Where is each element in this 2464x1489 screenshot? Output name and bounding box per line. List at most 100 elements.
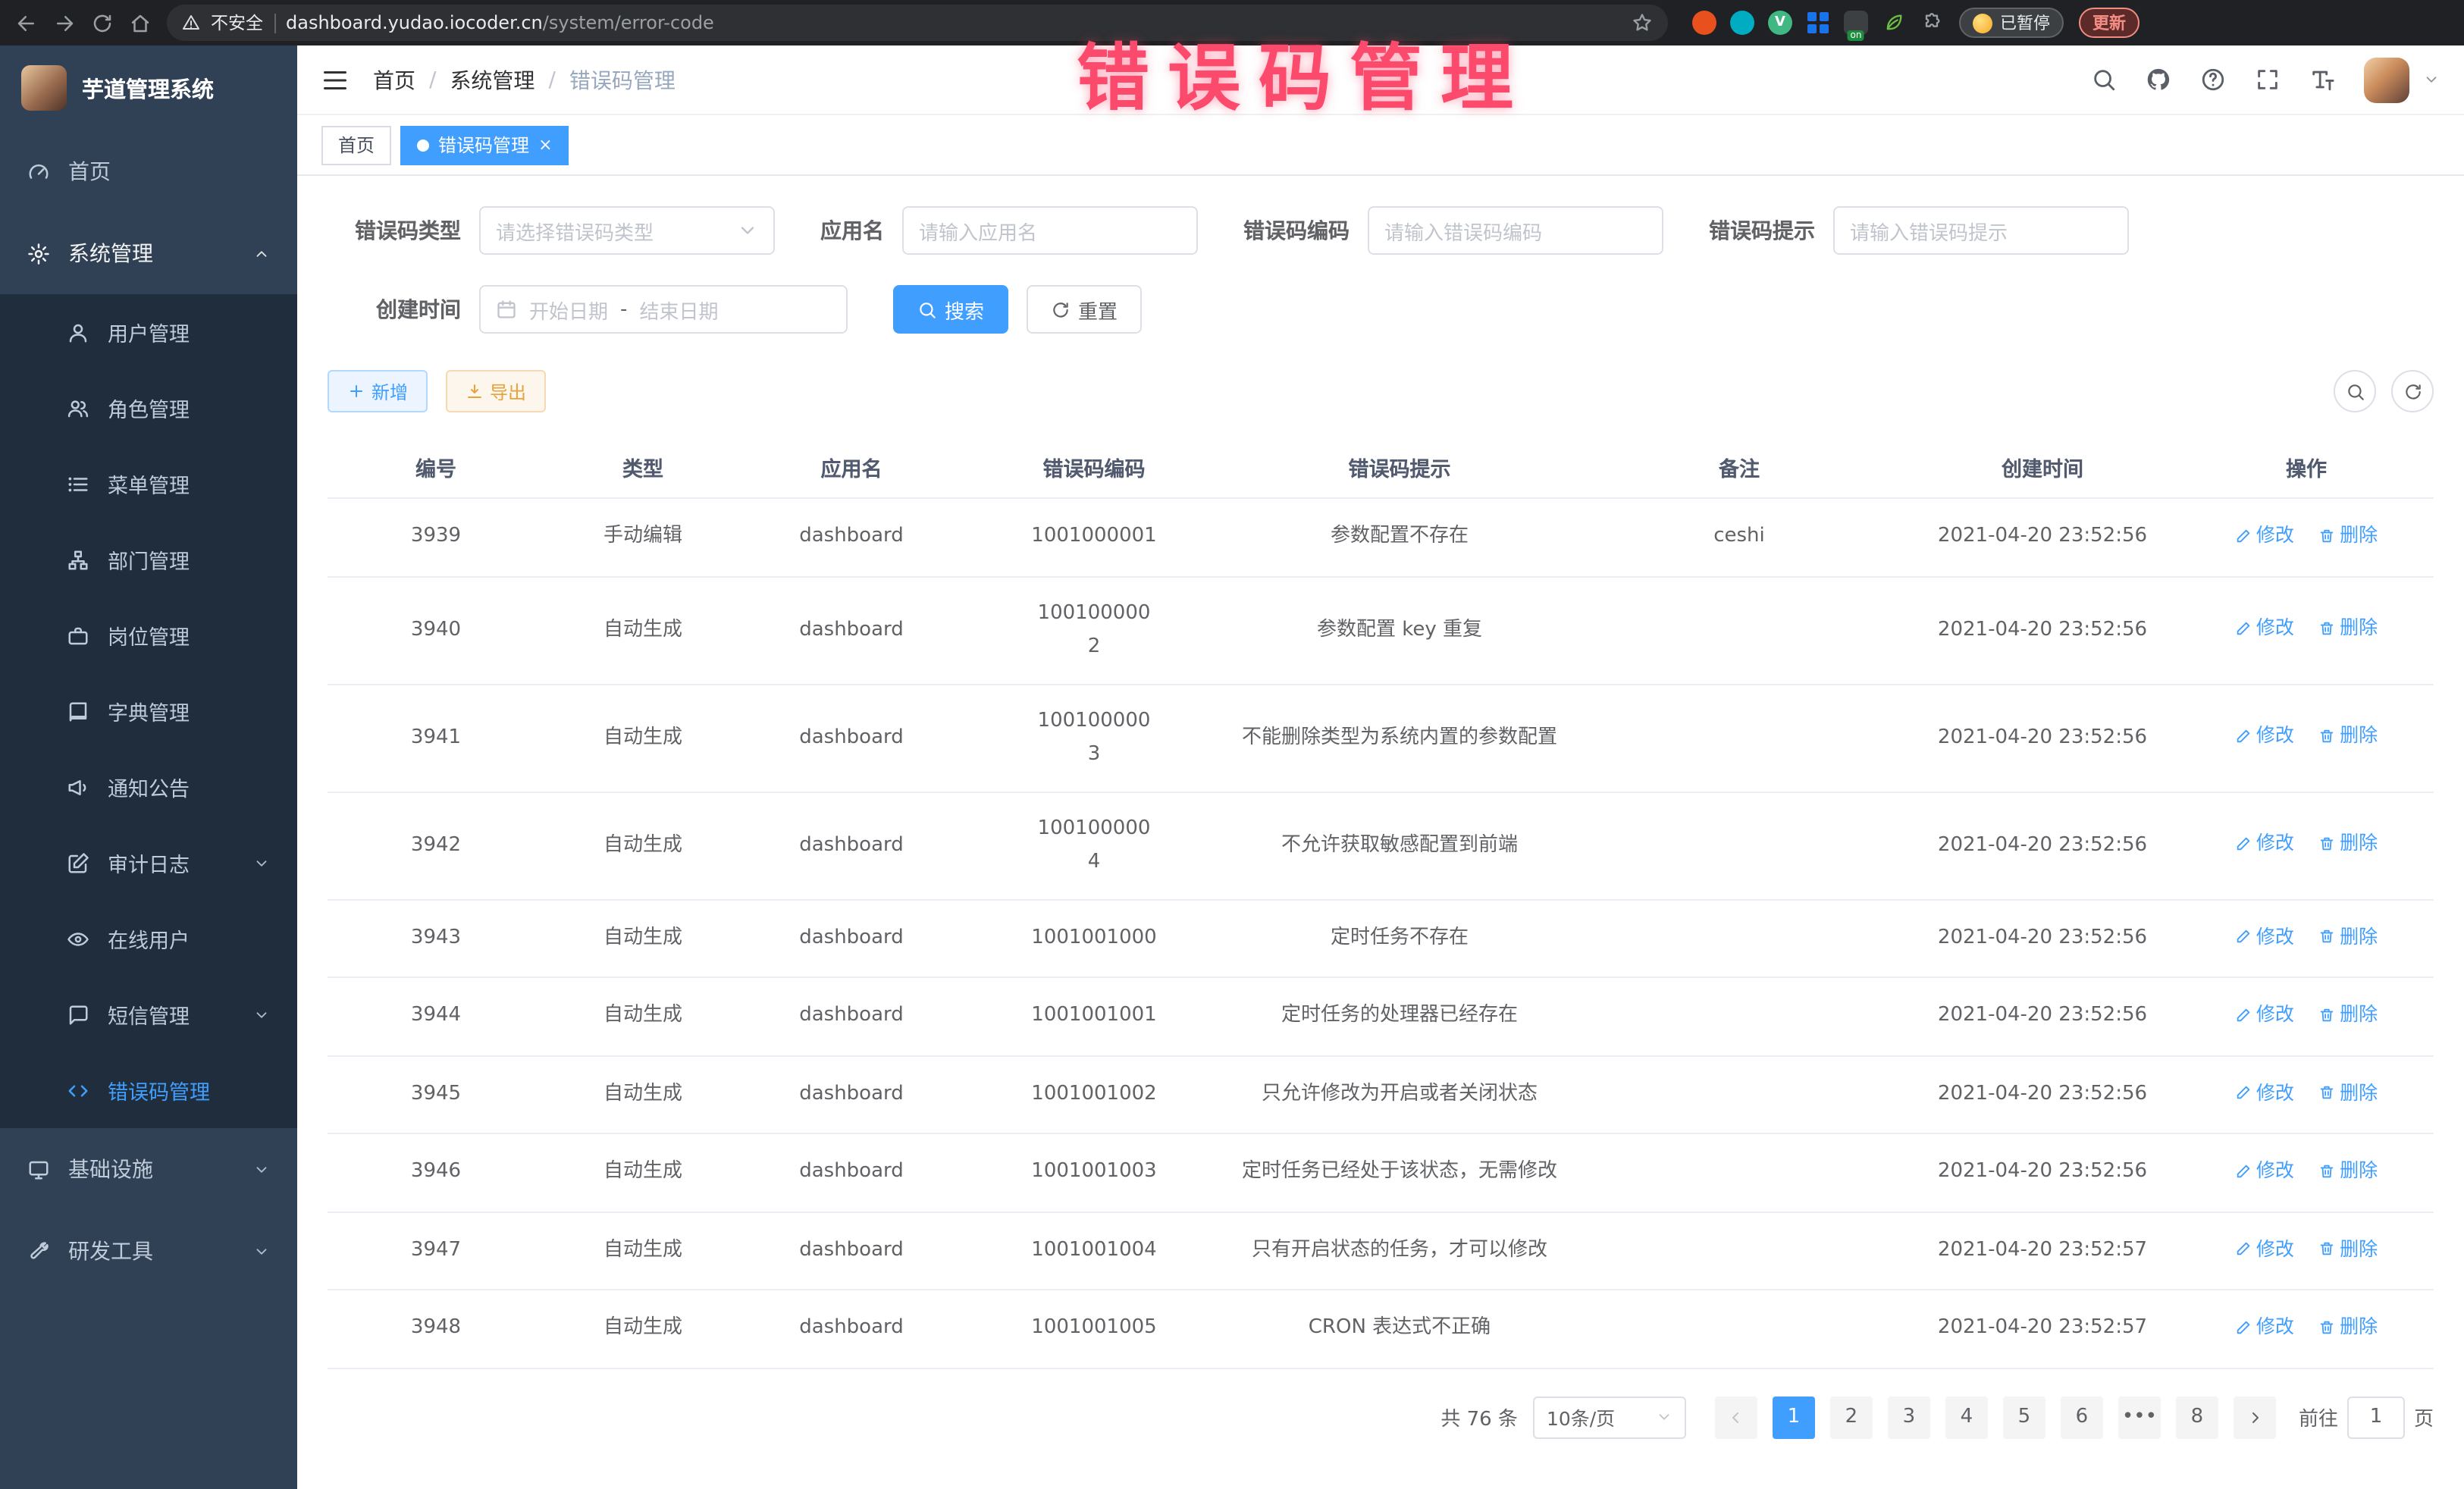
refresh-table-button[interactable] <box>2391 370 2434 412</box>
user-icon <box>67 321 89 343</box>
delete-link[interactable]: 删除 <box>2318 612 2378 645</box>
address-bar[interactable]: 不安全 dashboard.yudao.iocoder.cn/system/er… <box>167 5 1668 41</box>
user-avatar[interactable] <box>2364 57 2409 102</box>
app-name-label: 应用名 <box>820 215 902 246</box>
delete-link[interactable]: 删除 <box>2318 1154 2378 1187</box>
edit-link[interactable]: 修改 <box>2235 719 2294 753</box>
error-code-table: 编号 类型 应用名 错误码编码 错误码提示 备注 创建时间 操作 3939 <box>328 437 2434 1368</box>
delete-link[interactable]: 删除 <box>2318 1076 2378 1109</box>
caret-down-icon[interactable] <box>2423 71 2440 88</box>
sidebar-item-home[interactable]: 首页 <box>0 130 297 212</box>
error-code-input[interactable]: 请输入错误码编码 <box>1368 206 1663 255</box>
edit-link[interactable]: 修改 <box>2235 920 2294 953</box>
delete-link[interactable]: 删除 <box>2318 1310 2378 1343</box>
sidebar-item-online-users[interactable]: 在线用户 <box>0 901 297 976</box>
search-icon[interactable] <box>2091 67 2117 92</box>
sidebar-item-system[interactable]: 系统管理 <box>0 212 297 294</box>
tab-home[interactable]: 首页 <box>321 125 391 165</box>
sidebar-item-infrastructure[interactable]: 基础设施 <box>0 1128 297 1210</box>
extension-icon-grid[interactable] <box>1806 11 1830 35</box>
edit-link[interactable]: 修改 <box>2235 998 2294 1031</box>
edit-link[interactable]: 修改 <box>2235 1076 2294 1109</box>
bookmark-star-icon[interactable] <box>1632 12 1653 33</box>
breadcrumb-system[interactable]: 系统管理 <box>450 64 534 95</box>
search-button[interactable]: 搜索 <box>893 285 1008 334</box>
filter-row-2: 创建时间 开始日期 - 结束日期 搜索 重置 <box>328 285 2434 334</box>
delete-link[interactable]: 删除 <box>2318 719 2378 753</box>
sidebar-item-dev-tools[interactable]: 研发工具 <box>0 1210 297 1292</box>
toggle-search-button[interactable] <box>2334 370 2376 412</box>
sidebar-item-role-mgmt[interactable]: 角色管理 <box>0 370 297 446</box>
reset-button[interactable]: 重置 <box>1027 285 1142 334</box>
trash-icon <box>2318 527 2335 544</box>
extensions-puzzle-icon[interactable] <box>1920 11 1944 35</box>
chevron-down-icon <box>737 220 758 241</box>
delete-link[interactable]: 删除 <box>2318 827 2378 860</box>
paused-badge[interactable]: 已暂停 <box>1959 8 2064 38</box>
page-button-5[interactable]: 5 <box>2003 1396 2045 1438</box>
extension-icon-red[interactable] <box>1692 11 1716 35</box>
dashboard-icon <box>27 160 50 183</box>
extension-icon-leaf[interactable] <box>1882 11 1906 35</box>
prev-page-button[interactable] <box>1715 1396 1757 1438</box>
screen: 不安全 dashboard.yudao.iocoder.cn/system/er… <box>0 0 2464 1489</box>
error-hint-input[interactable]: 请输入错误码提示 <box>1833 206 2129 255</box>
users-icon <box>67 397 89 419</box>
security-badge[interactable]: 不安全 <box>211 11 263 35</box>
page-size-select[interactable]: 10条/页 <box>1533 1396 1686 1438</box>
delete-link[interactable]: 删除 <box>2318 519 2378 552</box>
help-icon[interactable] <box>2200 67 2226 92</box>
sidebar-item-dict-mgmt[interactable]: 字典管理 <box>0 673 297 749</box>
col-header-remark: 备注 <box>1572 437 1906 498</box>
update-button[interactable]: 更新 <box>2079 8 2140 38</box>
home-icon[interactable] <box>129 11 152 34</box>
close-icon[interactable]: × <box>538 135 552 155</box>
page-button-1[interactable]: 1 <box>1773 1396 1815 1438</box>
fullscreen-icon[interactable] <box>2255 67 2281 92</box>
page-more-button[interactable]: ••• <box>2118 1396 2161 1438</box>
font-size-icon[interactable] <box>2309 67 2335 92</box>
org-tree-icon <box>67 548 89 571</box>
extension-icon-teal[interactable] <box>1730 11 1754 35</box>
page-button-4[interactable]: 4 <box>1945 1396 1988 1438</box>
sidebar-item-dept-mgmt[interactable]: 部门管理 <box>0 522 297 597</box>
extension-icon-switch[interactable]: on <box>1844 11 1868 35</box>
sidebar-item-post-mgmt[interactable]: 岗位管理 <box>0 597 297 673</box>
delete-link[interactable]: 删除 <box>2318 920 2378 953</box>
edit-link[interactable]: 修改 <box>2235 827 2294 860</box>
page-button-2[interactable]: 2 <box>1830 1396 1873 1438</box>
vue-devtools-icon[interactable]: V <box>1768 11 1792 35</box>
sidebar-item-sms-mgmt[interactable]: 短信管理 <box>0 976 297 1052</box>
goto-page-input[interactable] <box>2347 1396 2405 1438</box>
error-type-select[interactable]: 请选择错误码类型 <box>479 206 775 255</box>
edit-link[interactable]: 修改 <box>2235 1232 2294 1265</box>
sidebar-item-error-code[interactable]: 错误码管理 <box>0 1052 297 1128</box>
back-icon[interactable] <box>15 11 38 34</box>
delete-link[interactable]: 删除 <box>2318 998 2378 1031</box>
edit-link[interactable]: 修改 <box>2235 612 2294 645</box>
edit-icon <box>2235 527 2252 544</box>
page-button-6[interactable]: 6 <box>2061 1396 2103 1438</box>
app-name-input[interactable]: 请输入应用名 <box>902 206 1198 255</box>
browser-toolbar: 不安全 dashboard.yudao.iocoder.cn/system/er… <box>0 0 2464 45</box>
sidebar-item-user-mgmt[interactable]: 用户管理 <box>0 294 297 370</box>
edit-link[interactable]: 修改 <box>2235 519 2294 552</box>
page-button-3[interactable]: 3 <box>1888 1396 1930 1438</box>
edit-link[interactable]: 修改 <box>2235 1310 2294 1343</box>
export-button[interactable]: 导出 <box>446 370 546 412</box>
hamburger-icon[interactable] <box>321 66 349 93</box>
add-button[interactable]: 新增 <box>328 370 428 412</box>
page-button-8[interactable]: 8 <box>2176 1396 2218 1438</box>
sidebar-item-audit-log[interactable]: 审计日志 <box>0 825 297 901</box>
tab-error-code[interactable]: 错误码管理 × <box>400 125 569 165</box>
date-range-picker[interactable]: 开始日期 - 结束日期 <box>479 285 848 334</box>
forward-icon[interactable] <box>53 11 76 34</box>
sidebar-item-menu-mgmt[interactable]: 菜单管理 <box>0 446 297 522</box>
next-page-button[interactable] <box>2234 1396 2276 1438</box>
sidebar-item-notice[interactable]: 通知公告 <box>0 749 297 825</box>
edit-link[interactable]: 修改 <box>2235 1154 2294 1187</box>
delete-link[interactable]: 删除 <box>2318 1232 2378 1265</box>
breadcrumb-home[interactable]: 首页 <box>373 64 415 95</box>
github-icon[interactable] <box>2146 67 2171 92</box>
reload-icon[interactable] <box>91 11 114 34</box>
